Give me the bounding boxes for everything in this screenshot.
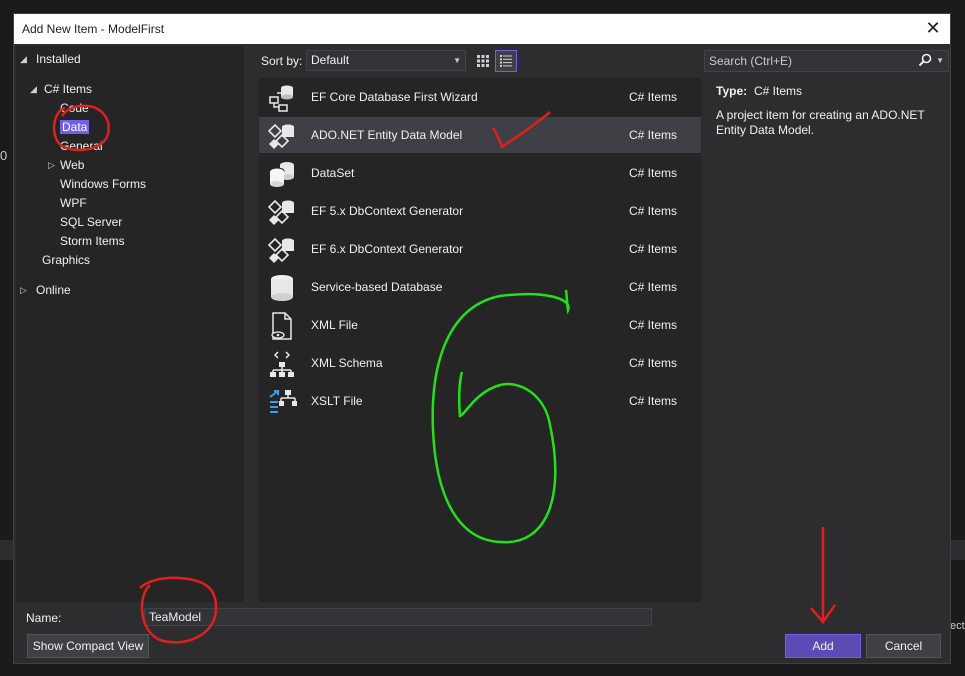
item-name: XML Schema (311, 356, 383, 370)
item-category: C# Items (629, 318, 678, 332)
tree-item-code[interactable]: Code (60, 99, 89, 117)
template-tree: ◢ Installed ◢ C# Items Code Data General… (16, 46, 244, 602)
item-name: XSLT File (311, 394, 363, 408)
list-item-selected[interactable]: ADO.NET Entity Data Model C# Items (259, 117, 701, 153)
show-compact-view-button[interactable]: Show Compact View (27, 634, 149, 658)
dataset-icon (269, 162, 294, 187)
sort-by-dropdown[interactable]: Default ▼ (306, 50, 466, 71)
item-name: EF Core Database First Wizard (311, 90, 478, 104)
ef-wizard-icon (269, 85, 293, 112)
xslt-file-icon (269, 390, 297, 413)
dialog-title: Add New Item - ModelFirst (22, 22, 165, 36)
xml-file-icon (271, 312, 292, 340)
list-view-icon (500, 55, 512, 67)
dbcontext-icon (267, 237, 294, 263)
expanded-arrow-icon: ◢ (30, 84, 37, 94)
list-item[interactable]: EF 5.x DbContext Generator C# Items (259, 193, 701, 229)
chevron-down-icon: ▼ (936, 56, 944, 65)
item-description: A project item for creating an ADO.NET E… (716, 108, 925, 137)
list-view-button[interactable] (495, 50, 517, 72)
name-label: Name: (26, 611, 62, 625)
item-name: Service-based Database (311, 280, 443, 294)
item-name: EF 6.x DbContext Generator (311, 242, 464, 256)
database-icon (271, 275, 293, 301)
add-button[interactable]: Add (785, 634, 861, 658)
xml-schema-icon (270, 351, 294, 377)
dialog-titlebar: Add New Item - ModelFirst ✕ (14, 14, 950, 44)
tree-item-storm-items[interactable]: Storm Items (60, 232, 125, 250)
expanded-arrow-icon: ◢ (20, 54, 27, 64)
item-category: C# Items (629, 90, 678, 104)
search-icon (918, 53, 932, 67)
item-category: C# Items (629, 128, 678, 142)
item-name: DataSet (311, 166, 355, 180)
list-item[interactable]: DataSet C# Items (259, 155, 701, 191)
entity-model-icon (267, 123, 294, 149)
item-category: C# Items (629, 166, 678, 180)
list-item[interactable]: XSLT File C# Items (259, 383, 701, 419)
add-new-item-dialog: Add New Item - ModelFirst ✕ ◢ Installed … (13, 13, 951, 664)
item-details-pane: Type: C# Items A project item for creati… (704, 78, 949, 602)
item-category: C# Items (629, 242, 678, 256)
cancel-button[interactable]: Cancel (866, 634, 941, 658)
grid-view-icon (477, 55, 489, 67)
tree-item-general[interactable]: General (60, 137, 103, 155)
item-name: XML File (311, 318, 358, 332)
tree-item-sql-server[interactable]: SQL Server (60, 213, 122, 231)
dbcontext-icon (267, 199, 294, 225)
small-icons-view-button[interactable] (472, 50, 494, 72)
collapsed-arrow-icon: ▷ (20, 285, 27, 295)
ide-background-right-text: ect (950, 620, 965, 632)
name-field[interactable]: TeaModel (144, 608, 652, 626)
item-category: C# Items (629, 204, 678, 218)
list-item[interactable]: XML Schema C# Items (259, 345, 701, 381)
item-name: ADO.NET Entity Data Model (311, 128, 463, 142)
item-category: C# Items (629, 280, 678, 294)
item-name: EF 5.x DbContext Generator (311, 204, 464, 218)
sort-by-value: Default (311, 53, 350, 67)
tree-item-data[interactable]: Data (60, 118, 90, 136)
close-icon[interactable]: ✕ (922, 18, 944, 40)
tree-item-graphics[interactable]: Graphics (42, 251, 90, 269)
collapsed-arrow-icon: ▷ (48, 160, 55, 170)
chevron-down-icon: ▼ (453, 56, 461, 65)
item-category: C# Items (629, 356, 678, 370)
sort-by-label: Sort by: (261, 54, 303, 68)
list-item[interactable]: EF 6.x DbContext Generator C# Items (259, 231, 701, 267)
item-category: C# Items (629, 394, 678, 408)
list-item[interactable]: XML File C# Items (259, 307, 701, 343)
search-placeholder: Search (Ctrl+E) (709, 54, 793, 68)
tree-item-wpf[interactable]: WPF (60, 194, 87, 212)
ide-background-left-text: 0 (0, 148, 8, 163)
item-template-list: EF Core Database First Wizard C# Items A… (259, 78, 701, 602)
type-label: Type: (716, 84, 748, 98)
type-value: C# Items (754, 84, 803, 98)
search-input[interactable]: Search (Ctrl+E) ▼ (704, 50, 949, 72)
list-item[interactable]: Service-based Database C# Items (259, 269, 701, 305)
tree-item-windows-forms[interactable]: Windows Forms (60, 175, 146, 193)
list-item[interactable]: EF Core Database First Wizard C# Items (259, 79, 701, 115)
